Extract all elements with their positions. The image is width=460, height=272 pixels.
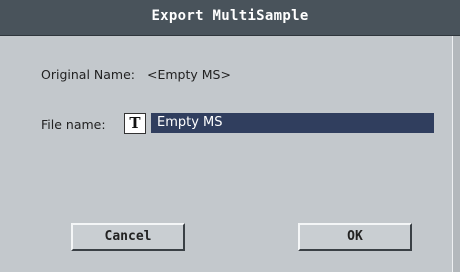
original-name-value: <Empty MS> (146, 67, 231, 82)
original-name-label: Original Name: (41, 67, 135, 82)
dialog-right-edge (452, 36, 460, 272)
export-multisample-dialog: Export MultiSample Original Name: <Empty … (0, 0, 460, 272)
dialog-titlebar: Export MultiSample (0, 0, 460, 36)
cancel-button[interactable]: Cancel (71, 223, 185, 251)
original-name-row: Original Name: <Empty MS> (41, 67, 231, 82)
file-name-field[interactable]: Empty MS (151, 113, 434, 133)
dialog-title: Export MultiSample (151, 8, 309, 24)
ok-button[interactable]: OK (298, 223, 412, 251)
text-edit-icon[interactable]: T (124, 113, 146, 134)
file-name-label: File name: (41, 117, 106, 132)
